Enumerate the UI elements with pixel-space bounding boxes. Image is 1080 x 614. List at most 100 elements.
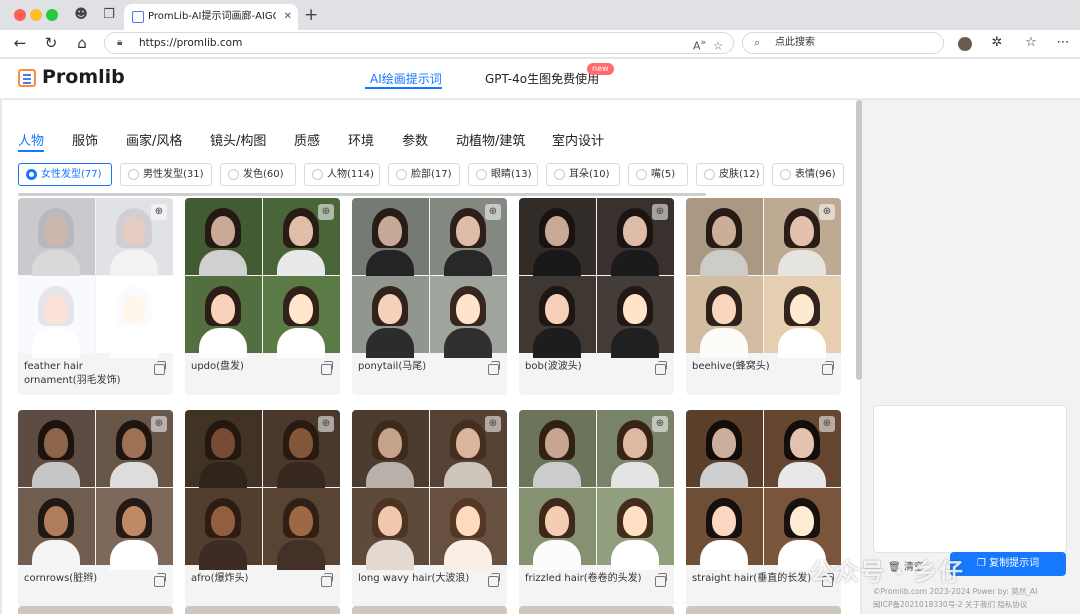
subcategory-chip[interactable]: 男性发型(31) — [120, 163, 212, 186]
zoom-in-icon[interactable]: ⊕ — [318, 416, 334, 432]
subcategory-chip[interactable]: 脸部(17) — [388, 163, 460, 186]
copy-icon[interactable] — [655, 361, 667, 375]
card-caption: afro(爆炸头) — [191, 573, 249, 584]
copy-icon[interactable] — [154, 361, 166, 375]
copy-icon[interactable] — [488, 573, 500, 587]
category-tab[interactable]: 人物 — [18, 130, 44, 149]
category-tab[interactable]: 画家/风格 — [126, 130, 182, 149]
tab-title: PromLib-AI提示词画廊-AIGC提示 — [148, 11, 276, 22]
subcategory-chip[interactable]: 表情(96) — [772, 163, 844, 186]
card-image-grid[interactable] — [519, 198, 674, 358]
reload-icon[interactable]: ↻ — [41, 34, 61, 52]
address-bar[interactable]: 🔒︎ https://promlib.com A» ☆ — [104, 32, 734, 54]
category-tab[interactable]: 动植物/建筑 — [456, 130, 525, 149]
close-tab-icon[interactable]: ✕ — [284, 4, 292, 30]
prompt-card-partial[interactable] — [185, 606, 340, 614]
subcategory-chip[interactable]: 耳朵(10) — [546, 163, 620, 186]
tab-collections-icon[interactable]: ❐ — [100, 6, 118, 24]
profile-icon[interactable]: ☻ — [72, 6, 90, 24]
prompt-card-partial[interactable] — [352, 606, 507, 614]
card-image-grid[interactable] — [18, 198, 173, 358]
zoom-in-icon[interactable]: ⊕ — [485, 416, 501, 432]
main-content: 人物 服饰 画家/风格 镜头/构图 质感 环境 参数 动植物/建筑 室内设计 女性发型(77) 男… — [2, 100, 860, 614]
copy-icon[interactable] — [321, 573, 333, 587]
prompt-card-partial[interactable] — [519, 606, 674, 614]
footer-links[interactable]: 闽ICP备2021018330号-2 关于我们 隐私协议 — [873, 599, 1027, 610]
radio-icon — [228, 169, 239, 180]
subcategory-chip[interactable]: 人物(114) — [304, 163, 380, 186]
zoom-in-icon[interactable]: ⊕ — [652, 204, 668, 220]
nav-tab-gpt4o[interactable]: GPT-4o生图免费使用 — [485, 70, 599, 87]
portrait-image — [185, 276, 262, 358]
prompt-card-partial[interactable] — [18, 606, 173, 614]
card-image-grid[interactable] — [185, 410, 340, 570]
category-tab[interactable]: 质感 — [294, 130, 320, 149]
copy-icon[interactable] — [321, 361, 333, 375]
card-image-grid[interactable] — [352, 410, 507, 570]
prompt-card[interactable]: ⊕ frizzled hair(卷卷的头发) — [519, 410, 674, 607]
more-icon[interactable]: ⋯ — [1054, 35, 1072, 50]
extensions-icon[interactable]: ✲ — [988, 35, 1006, 50]
portrait-image — [352, 276, 429, 358]
maximize-window-button[interactable] — [46, 9, 58, 21]
new-tab-icon[interactable]: + — [304, 5, 318, 25]
subcategory-chip[interactable]: 发色(60) — [220, 163, 296, 186]
logo-text[interactable]: Promlib — [42, 66, 125, 88]
zoom-in-icon[interactable]: ⊕ — [819, 204, 835, 220]
subcategory-chip[interactable]: 皮肤(12) — [696, 163, 764, 186]
radio-icon — [396, 169, 407, 180]
prompt-card-partial[interactable] — [686, 606, 841, 614]
subcategory-chip[interactable]: 嘴(5) — [628, 163, 688, 186]
prompt-card[interactable]: ⊕ updo(盘发) — [185, 198, 340, 395]
copy-icon[interactable] — [822, 361, 834, 375]
prompt-card[interactable]: ⊕ long wavy hair(大波浪) — [352, 410, 507, 607]
zoom-in-icon[interactable]: ⊕ — [652, 416, 668, 432]
chips-horizontal-scrollbar[interactable] — [18, 193, 706, 196]
home-icon[interactable]: ⌂ — [72, 34, 92, 52]
zoom-in-icon[interactable]: ⊕ — [151, 204, 167, 220]
card-image-grid[interactable] — [519, 410, 674, 570]
card-image-grid[interactable] — [686, 410, 841, 570]
subcategory-label: 男性发型(31) — [143, 169, 204, 180]
category-tab[interactable]: 参数 — [402, 130, 428, 149]
prompt-card[interactable]: ⊕ ponytail(马尾) — [352, 198, 507, 395]
category-tab[interactable]: 服饰 — [72, 130, 98, 149]
card-image-grid[interactable] — [185, 198, 340, 358]
copy-icon[interactable] — [154, 573, 166, 587]
card-image-grid[interactable] — [686, 198, 841, 358]
prompt-card[interactable]: ⊕ afro(爆炸头) — [185, 410, 340, 607]
zoom-in-icon[interactable]: ⊕ — [151, 416, 167, 432]
zoom-in-icon[interactable]: ⊕ — [318, 204, 334, 220]
close-window-button[interactable] — [14, 9, 26, 21]
prompt-card[interactable]: ⊕ feather hair ornament(羽毛发饰) — [18, 198, 173, 395]
category-tab[interactable]: 室内设计 — [552, 130, 604, 149]
back-icon[interactable]: ← — [10, 34, 30, 52]
category-tab[interactable]: 环境 — [348, 130, 374, 149]
copy-icon[interactable] — [655, 573, 667, 587]
prompt-card[interactable]: ⊕ beehive(蜂窝头) — [686, 198, 841, 395]
category-tab[interactable]: 镜头/构图 — [210, 130, 266, 149]
portrait-image — [96, 488, 173, 570]
zoom-in-icon[interactable]: ⊕ — [485, 204, 501, 220]
browser-tab-active[interactable]: PromLib-AI提示词画廊-AIGC提示 ✕ — [124, 4, 298, 30]
copy-prompt-button[interactable]: ❐ 复制提示词 — [950, 552, 1066, 576]
zoom-in-icon[interactable]: ⊕ — [819, 416, 835, 432]
portrait-image — [686, 198, 763, 280]
read-aloud-and-favorite-icons[interactable]: A» ☆ — [693, 33, 723, 57]
copy-icon[interactable] — [488, 361, 500, 375]
card-image-grid[interactable] — [18, 410, 173, 570]
card-image-grid[interactable] — [352, 198, 507, 358]
prompt-textarea[interactable] — [873, 405, 1067, 553]
browser-toolbar: ← ↻ ⌂ 🔒︎ https://promlib.com A» ☆ ⌕ 点此搜索… — [0, 30, 1080, 58]
subcategory-chip[interactable]: 眼睛(13) — [468, 163, 538, 186]
browser-search-input[interactable]: ⌕ 点此搜索 — [742, 32, 944, 54]
subcategory-chip[interactable]: 女性发型(77) — [18, 163, 112, 186]
nav-tab-ai-prompts[interactable]: AI绘画提示词 — [370, 70, 442, 87]
prompt-card[interactable]: ⊕ bob(波波头) — [519, 198, 674, 395]
portrait-image — [352, 410, 429, 492]
prompt-card[interactable]: ⊕ cornrows(脏辫) — [18, 410, 173, 607]
favorites-icon[interactable]: ☆ — [1022, 35, 1040, 50]
minimize-window-button[interactable] — [30, 9, 42, 21]
user-avatar[interactable] — [958, 37, 972, 51]
logo-icon — [18, 69, 36, 87]
